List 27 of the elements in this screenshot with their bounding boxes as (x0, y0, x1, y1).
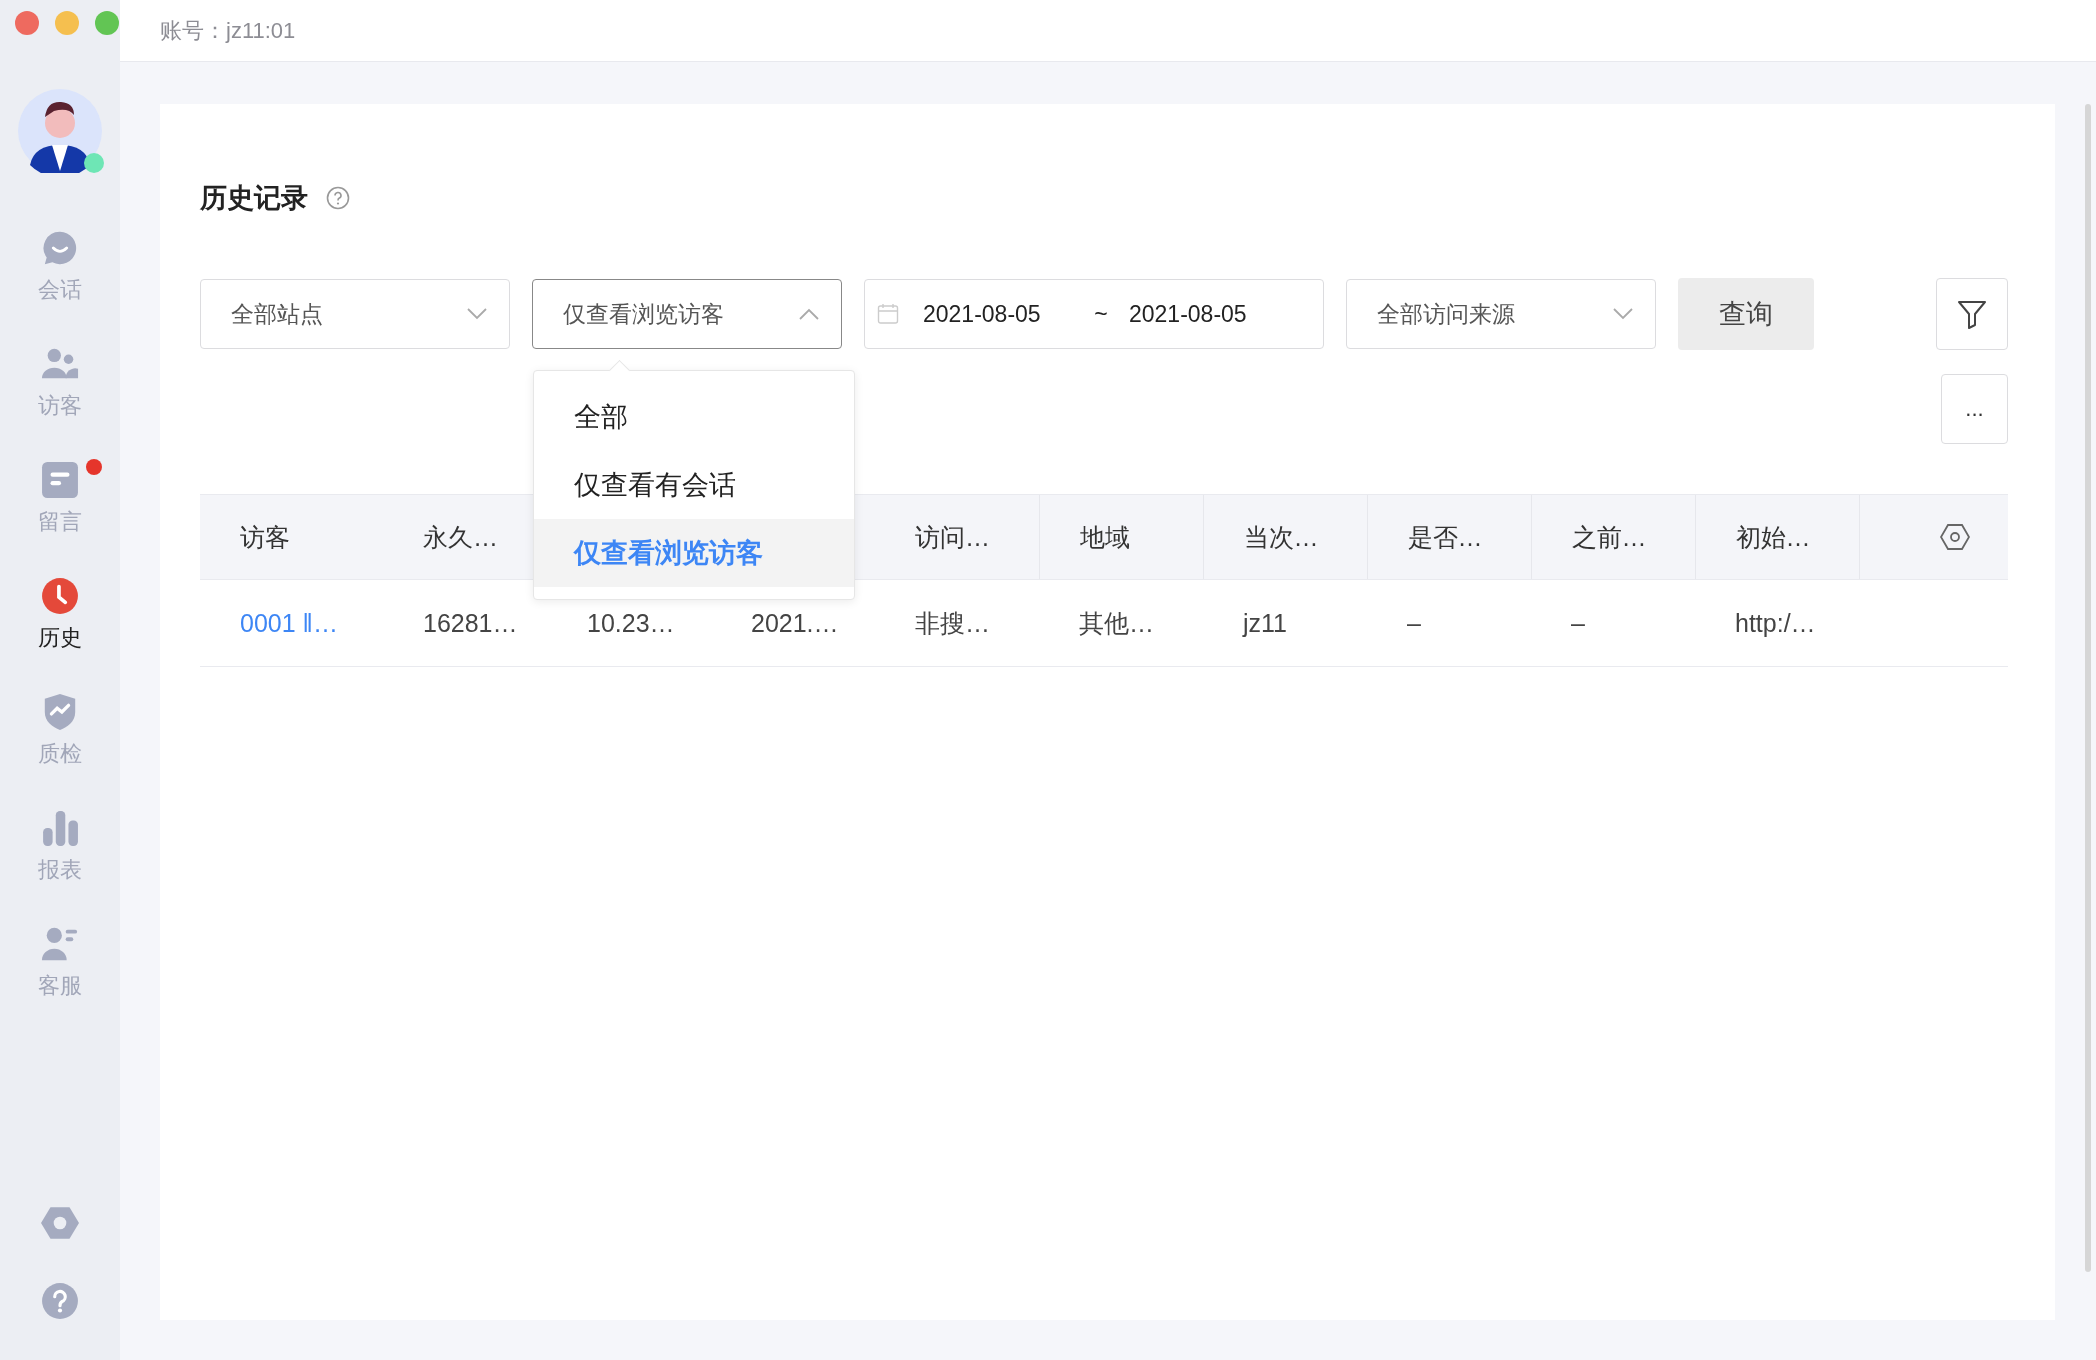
table-cell: – (1531, 579, 1695, 667)
end-date: 2021-08-05 (1129, 300, 1248, 328)
column-header: 之前… (1531, 494, 1695, 580)
table-cell: 非搜… (875, 579, 1039, 667)
account-label: 账号：jz11:01 (160, 16, 296, 45)
range-separator: ~ (1093, 300, 1109, 328)
dropdown-option[interactable]: 全部 (534, 383, 854, 451)
table-cell: 其他… (1039, 579, 1203, 667)
table-cell: http:/… (1695, 579, 1859, 667)
query-button[interactable]: 查询 (1678, 278, 1814, 350)
column-header: 当次… (1203, 494, 1367, 580)
column-header: 地域 (1039, 494, 1203, 580)
table-cell: 16281… (383, 579, 547, 667)
more-button[interactable]: ... (1941, 374, 2008, 444)
date-range-field[interactable]: 2021-08-05 ~ 2021-08-05 (864, 279, 1324, 349)
column-header: 访问… (875, 494, 1039, 580)
dropdown-select[interactable]: 全部站点 (200, 279, 510, 349)
column-header: 访客 (200, 494, 383, 580)
start-date: 2021-08-05 (923, 300, 1042, 328)
page-title: 历史记录 (200, 182, 308, 215)
column-header: 初始… (1695, 494, 1859, 580)
visitor-link[interactable]: 0001 ‖… (200, 579, 383, 667)
column-header: 是否… (1367, 494, 1531, 580)
sidebar-item[interactable]: 历史 (0, 569, 120, 685)
table-cell: – (1367, 579, 1531, 667)
dropdown-select[interactable]: 全部访问来源 (1346, 279, 1656, 349)
table-cell: jz11 (1203, 579, 1367, 667)
